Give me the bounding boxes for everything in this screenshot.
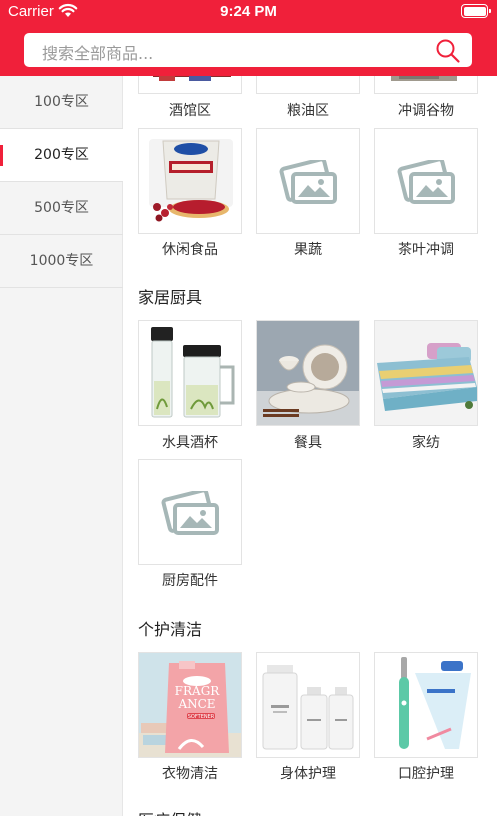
glass-tumbler-photo: [151, 327, 235, 418]
body-care-bottles-photo: [257, 653, 359, 757]
product-text: ANCE: [177, 697, 215, 711]
section-title-home-kitchen: 家居厨具: [138, 288, 203, 307]
category-tile-liquor[interactable]: [138, 76, 242, 94]
tile-label: 身体护理: [280, 766, 336, 782]
placeholder-image-icon: [279, 160, 337, 204]
sidebar-item-label: 500专区: [34, 200, 89, 216]
tile-label: 酒馆区: [169, 103, 211, 119]
tile-label: 厨房配件: [162, 573, 218, 589]
tile-label: 口腔护理: [398, 766, 454, 782]
category-tile-cereal[interactable]: [374, 76, 478, 94]
category-tile-tableware[interactable]: [256, 320, 360, 426]
sidebar-item-200[interactable]: 200专区: [0, 129, 123, 182]
tile-label: 冲调谷物: [398, 103, 454, 119]
sidebar-item-label: 100专区: [34, 94, 89, 110]
category-tile-home-textiles[interactable]: [374, 320, 478, 426]
search-icon[interactable]: [435, 38, 461, 68]
laundry-detergent-photo: FRAGR ANCE SOFTENER: [139, 653, 241, 757]
category-tile-kitchen-accessories[interactable]: [138, 459, 242, 565]
product-text: SOFTENER: [188, 714, 215, 720]
category-tile-fruit-veg[interactable]: [256, 128, 360, 234]
placeholder-image-icon: [161, 491, 219, 535]
battery-icon: [461, 4, 491, 18]
sidebar-item-label: 200专区: [34, 147, 89, 163]
app-header: Carrier 9:24 PM 搜索全部商品...: [0, 0, 497, 76]
category-tile-snacks[interactable]: [138, 128, 242, 234]
section-title-personal-care: 个护清洁: [138, 620, 203, 639]
category-content: 酒馆区 粮油区 冲调谷物 休闲食品 果蔬 茶叶冲调 家居厨具 水具酒杯 餐具 家…: [123, 76, 497, 816]
section-title-healthcare: 医疗保健: [138, 807, 202, 816]
bedding-photo: [375, 321, 477, 425]
active-indicator: [0, 145, 3, 166]
liquor-product-photo: [153, 76, 231, 81]
category-tile-laundry[interactable]: FRAGR ANCE SOFTENER: [138, 652, 242, 758]
tableware-photo: [257, 321, 359, 425]
tile-label: 衣物清洁: [162, 766, 218, 782]
tile-label: 茶叶冲调: [398, 242, 454, 258]
tile-label: 水具酒杯: [162, 435, 218, 451]
toothbrush-toothpaste-photo: [375, 653, 477, 757]
category-sidebar: 100专区 200专区 500专区 1000专区: [0, 76, 123, 816]
sidebar-item-500[interactable]: 500专区: [0, 182, 123, 235]
placeholder-image-icon: [397, 160, 455, 204]
sidebar-item-label: 1000专区: [29, 253, 94, 269]
tile-label: 果蔬: [294, 242, 322, 258]
product-text: FRAGR: [175, 684, 221, 698]
category-tile-tea[interactable]: [374, 128, 478, 234]
search-input[interactable]: 搜索全部商品...: [24, 33, 472, 67]
category-tile-grain-oil[interactable]: [256, 76, 360, 94]
cereal-product-photo: [391, 76, 457, 81]
dried-cranberries-photo: [149, 139, 233, 222]
sidebar-item-1000[interactable]: 1000专区: [0, 235, 123, 288]
tile-label: 休闲食品: [162, 242, 218, 258]
tile-label: 家纺: [412, 435, 440, 451]
search-placeholder: 搜索全部商品...: [42, 44, 154, 63]
grain-oil-product-photo: [257, 76, 359, 93]
category-tile-drinkware[interactable]: [138, 320, 242, 426]
category-tile-body-care[interactable]: [256, 652, 360, 758]
tile-label: 餐具: [294, 435, 322, 451]
sidebar-item-100[interactable]: 100专区: [0, 76, 123, 129]
clock: 9:24 PM: [220, 3, 277, 20]
status-bar: Carrier 9:24 PM: [0, 0, 497, 24]
tile-label: 粮油区: [287, 103, 329, 119]
category-tile-oral-care[interactable]: [374, 652, 478, 758]
